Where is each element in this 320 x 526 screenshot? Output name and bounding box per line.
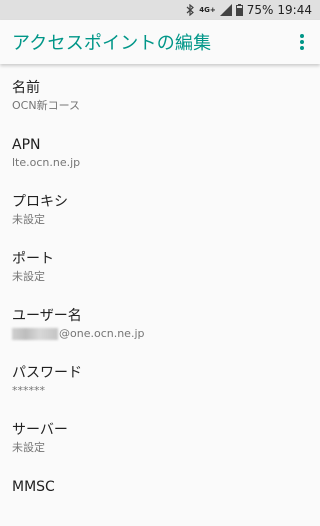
setting-value: lte.ocn.ne.jp [12,156,81,169]
battery-icon [235,4,243,16]
setting-value: 未設定 [12,441,45,454]
setting-label: プロキシ [12,194,68,210]
setting-value: @one.ocn.ne.jp [59,327,145,340]
setting-username[interactable]: ユーザー名 @one.ocn.ne.jp [0,298,320,355]
network-type-label: 4G+ [199,6,216,14]
setting-value: 未設定 [12,213,45,226]
setting-label: パスワード [12,365,82,381]
setting-password[interactable]: パスワード ****** [0,355,320,412]
setting-mmsc[interactable]: MMSC [0,469,320,526]
setting-port[interactable]: ポート 未設定 [0,241,320,298]
setting-server[interactable]: サーバー 未設定 [0,412,320,469]
setting-label: サーバー [12,422,68,438]
setting-label: 名前 [12,80,40,96]
bluetooth-icon [186,4,195,16]
setting-label: ポート [12,251,54,267]
setting-label: APN [12,137,41,153]
redacted-mask [12,328,58,340]
setting-label: MMSC [12,479,55,495]
setting-value: OCN新コース [12,99,81,112]
setting-value: ****** [12,384,45,397]
setting-proxy[interactable]: プロキシ 未設定 [0,184,320,241]
signal-icon [219,4,232,16]
setting-name[interactable]: 名前 OCN新コース [0,70,320,127]
setting-value: 未設定 [12,270,45,283]
app-bar: アクセスポイントの編集 [0,20,320,64]
apn-settings-list: 名前 OCN新コース APN lte.ocn.ne.jp プロキシ 未設定 ポー… [0,64,320,526]
setting-label: ユーザー名 [12,308,82,324]
page-title: アクセスポイントの編集 [12,33,212,54]
more-vert-icon[interactable] [290,26,314,58]
setting-apn[interactable]: APN lte.ocn.ne.jp [0,127,320,184]
clock: 19:44 [277,3,312,17]
status-bar: 4G+ 75% 19:44 [0,0,320,20]
setting-value-row: @one.ocn.ne.jp [12,326,308,342]
battery-percent: 75% [246,3,274,17]
